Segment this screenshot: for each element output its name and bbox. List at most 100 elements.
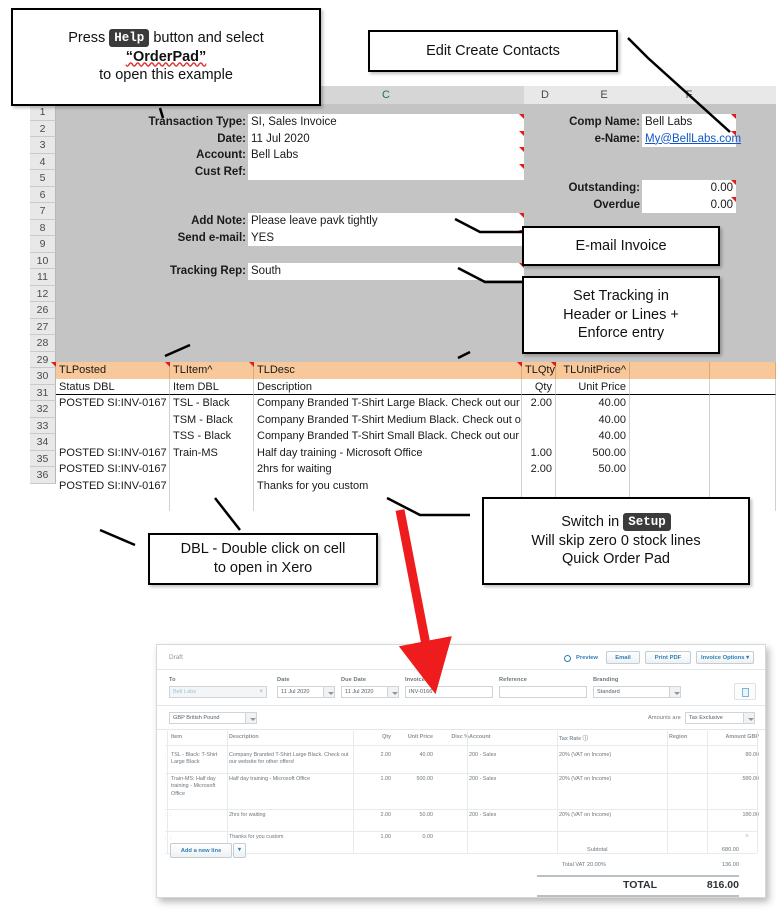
table-cell[interactable] bbox=[630, 461, 710, 478]
column-header-F[interactable]: F bbox=[642, 86, 737, 105]
table-cell[interactable]: 2hrs for waiting bbox=[254, 461, 522, 478]
table-cell[interactable] bbox=[56, 411, 170, 428]
table-cell[interactable]: Company Branded T-Shirt Small Black. Che… bbox=[254, 428, 522, 445]
field-value[interactable]: 0.00 bbox=[645, 180, 733, 197]
table-cell[interactable] bbox=[522, 411, 556, 428]
chevron-down-icon[interactable] bbox=[323, 687, 334, 697]
grid-cell[interactable]: TSL - Black: T-Shirt Large Black bbox=[171, 752, 229, 767]
table-cell[interactable]: POSTED SI:INV-0167 bbox=[56, 395, 170, 412]
row-drag-handle[interactable]: ⋮⋮ bbox=[163, 835, 173, 841]
xero-invoice--input[interactable]: INV-0166 bbox=[405, 686, 493, 698]
xero-date-select[interactable]: 11 Jul 2020 bbox=[277, 686, 335, 698]
row-header-27[interactable]: 27 bbox=[30, 318, 56, 335]
table-cell[interactable]: Thanks for you custom bbox=[254, 477, 522, 494]
grid-cell[interactable]: 20% (VAT on Income) bbox=[559, 776, 669, 783]
table-cell[interactable]: TLUnitPrice^ bbox=[556, 362, 630, 379]
table-cell[interactable] bbox=[710, 411, 776, 428]
preview-icon[interactable] bbox=[564, 654, 571, 662]
row-header-10[interactable]: 10 bbox=[30, 252, 56, 269]
table-cell[interactable] bbox=[56, 428, 170, 445]
table-header-row[interactable]: Status DBL Item DBL Description Qty Unit Pri… bbox=[56, 378, 776, 395]
table-tag-row[interactable]: TLPostedTLItem^TLDescTLQty^TLUnitPrice^ bbox=[51, 362, 776, 379]
table-cell[interactable]: 40.00 bbox=[556, 395, 630, 412]
row-header-26[interactable]: 26 bbox=[30, 302, 56, 319]
row-header-7[interactable]: 7 bbox=[30, 203, 56, 220]
table-cell[interactable]: 50.00 bbox=[556, 461, 630, 478]
tracking-input-block[interactable] bbox=[248, 263, 524, 280]
table-cell[interactable]: 40.00 bbox=[556, 411, 630, 428]
table-cell[interactable] bbox=[710, 477, 776, 494]
table-cell[interactable]: TLDesc bbox=[254, 362, 522, 379]
table-cell[interactable] bbox=[710, 362, 776, 379]
table-cell[interactable] bbox=[710, 461, 776, 478]
email-link[interactable]: My@BellLabs.com bbox=[645, 133, 741, 145]
grid-cell[interactable]: 100.00 bbox=[709, 812, 760, 819]
table-cell[interactable]: POSTED SI:INV-0167 bbox=[56, 477, 170, 494]
table-cell[interactable] bbox=[630, 444, 710, 461]
xero-to-input[interactable]: Bell Labs × bbox=[169, 686, 267, 698]
field-value[interactable]: 11 Jul 2020 bbox=[251, 131, 310, 148]
grid-cell[interactable]: 80.00 bbox=[709, 752, 760, 759]
grid-cell[interactable]: 1.00 bbox=[355, 776, 392, 783]
table-cell[interactable] bbox=[522, 477, 556, 494]
table-row[interactable]: POSTED SI:INV-0167 Thanks for you custom bbox=[56, 477, 776, 494]
email-button[interactable]: Email bbox=[606, 651, 640, 664]
chevron-down-icon[interactable] bbox=[245, 713, 256, 723]
table-cell[interactable]: TSM - Black bbox=[170, 411, 254, 428]
grid-cell[interactable]: 1.00 bbox=[355, 834, 392, 841]
field-value[interactable]: Bell Labs bbox=[645, 114, 692, 131]
table-cell[interactable] bbox=[556, 477, 630, 494]
row-drag-handle[interactable]: ⋮⋮ bbox=[163, 753, 173, 759]
chevron-down-icon[interactable] bbox=[743, 713, 754, 723]
table-cell[interactable]: POSTED SI:INV-0167 bbox=[56, 461, 170, 478]
row-header-28[interactable]: 28 bbox=[30, 335, 56, 352]
column-header-D[interactable]: D bbox=[524, 86, 567, 105]
table-cell[interactable] bbox=[710, 428, 776, 445]
table-cell[interactable] bbox=[56, 494, 170, 511]
row-header-33[interactable]: 33 bbox=[30, 417, 56, 434]
grid-cell[interactable]: 20% (VAT on Income) bbox=[559, 812, 669, 819]
xero-reference-input[interactable] bbox=[499, 686, 587, 698]
table-cell[interactable]: Unit Price bbox=[556, 378, 630, 395]
row-header-11[interactable]: 11 bbox=[30, 269, 56, 286]
row-header-3[interactable]: 3 bbox=[30, 137, 56, 154]
grid-cell[interactable]: Thanks for you custom bbox=[229, 834, 355, 841]
row-drag-handle[interactable]: ⋮⋮ bbox=[163, 777, 173, 783]
grid-cell[interactable]: 0.00 bbox=[391, 834, 434, 841]
table-cell[interactable] bbox=[630, 411, 710, 428]
grid-cell[interactable]: Company Branded T-Shirt Large Black. Che… bbox=[229, 752, 355, 767]
table-cell[interactable] bbox=[170, 477, 254, 494]
table-cell[interactable] bbox=[630, 378, 710, 395]
grid-cell[interactable]: Train-MS: Half day training - Microsoft … bbox=[171, 776, 229, 798]
grid-cell[interactable]: 2hrs for waiting bbox=[229, 812, 355, 819]
row-header-12[interactable]: 12 bbox=[30, 285, 56, 302]
row-header-31[interactable]: 31 bbox=[30, 384, 56, 401]
row-header-32[interactable]: 32 bbox=[30, 401, 56, 418]
table-cell[interactable] bbox=[630, 395, 710, 412]
row-header-2[interactable]: 2 bbox=[30, 120, 56, 137]
field-value[interactable]: SI, Sales Invoice bbox=[251, 114, 337, 131]
row-header-5[interactable]: 5 bbox=[30, 170, 56, 187]
table-cell[interactable] bbox=[522, 428, 556, 445]
table-cell[interactable]: 40.00 bbox=[556, 428, 630, 445]
table-cell[interactable]: Company Branded T-Shirt Large Black. Che… bbox=[254, 395, 522, 412]
preview-link[interactable]: Preview bbox=[576, 655, 598, 661]
field-value[interactable]: 0.00 bbox=[645, 197, 733, 214]
table-cell[interactable]: Status DBL bbox=[56, 378, 170, 395]
table-cell[interactable] bbox=[630, 477, 710, 494]
grid-cell[interactable]: 200 - Sales bbox=[469, 752, 559, 759]
delete-line-icon[interactable]: × bbox=[745, 811, 749, 818]
row-drag-handle[interactable]: ⋮⋮ bbox=[163, 813, 173, 819]
delete-line-icon[interactable]: × bbox=[745, 833, 749, 840]
row-header-30[interactable]: 30 bbox=[30, 368, 56, 385]
chevron-down-icon[interactable] bbox=[387, 687, 398, 697]
xero-due-date-select[interactable]: 11 Jul 2020 bbox=[341, 686, 399, 698]
row-header-8[interactable]: 8 bbox=[30, 219, 56, 236]
grid-cell[interactable]: 20% (VAT on Income) bbox=[559, 752, 669, 759]
row-header-35[interactable]: 35 bbox=[30, 450, 56, 467]
field-value[interactable]: My@BellLabs.com bbox=[645, 131, 741, 148]
add-line-dropdown-button[interactable]: ▾ bbox=[233, 843, 246, 858]
table-cell[interactable] bbox=[710, 378, 776, 395]
table-cell[interactable]: Train-MS bbox=[170, 444, 254, 461]
field-value[interactable]: South bbox=[251, 263, 281, 280]
